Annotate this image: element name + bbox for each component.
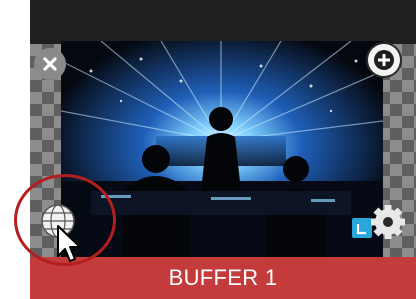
tile-header — [30, 0, 416, 44]
buffer-name: BUFFER 1 — [168, 265, 278, 290]
buffer-tile[interactable]: BUFFER 1 — [14, 0, 416, 299]
buffer-settings-button[interactable] — [350, 200, 410, 246]
plus-icon — [374, 50, 394, 70]
close-icon — [43, 57, 57, 71]
gear-icon — [371, 205, 405, 239]
close-button[interactable] — [34, 48, 66, 80]
add-button[interactable] — [368, 44, 400, 76]
live-indicator-icon — [352, 218, 372, 238]
mouse-pointer-icon — [56, 224, 86, 264]
buffer-label-bar: BUFFER 1 — [30, 257, 416, 299]
